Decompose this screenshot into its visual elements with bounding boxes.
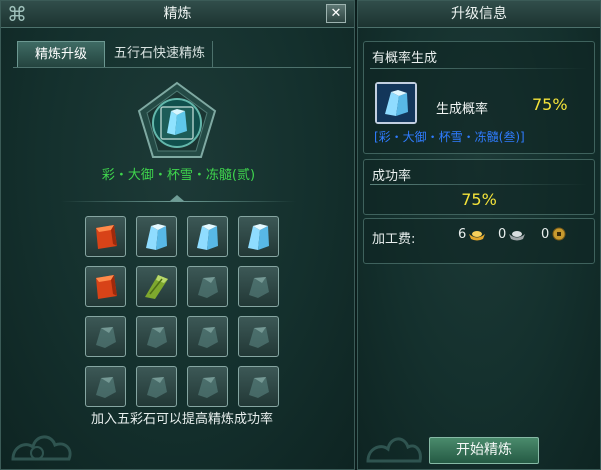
tab-quick-refine[interactable]: 五行石快速精炼	[107, 41, 213, 67]
fee-label: 加工费:	[372, 232, 416, 247]
empty-material-slot[interactable]	[85, 316, 126, 357]
tab-refine-upgrade[interactable]: 精炼升级	[17, 41, 105, 67]
probability-section-title: 有概率生成	[372, 51, 438, 66]
upgrade-info-titlebar[interactable]: 升级信息	[358, 1, 600, 28]
cloud-ornament-icon	[366, 437, 422, 463]
target-item-name: 彩・大御・杯雪・冻髓(贰)	[101, 168, 256, 183]
refine-tabs: 精炼升级 五行石快速精炼	[13, 41, 351, 68]
silver-ingot-icon	[509, 231, 525, 241]
divider-line	[61, 201, 296, 202]
game-screen: 精炼 ⌘ ✕ 精炼升级 五行石快速精炼 彩・大御・杯雪・冻髓(贰) 加入五彩石可…	[0, 0, 601, 470]
probability-label: 生成概率	[436, 102, 489, 117]
section-rule	[370, 184, 588, 185]
probability-section: 有概率生成 生成概率 75% [彩・大御・杯雪・冻髓(叁)]	[363, 41, 595, 154]
material-slot-ice-crystal[interactable]	[136, 216, 177, 257]
copper-coin-icon	[552, 227, 566, 241]
refine-window: 精炼 ⌘ ✕ 精炼升级 五行石快速精炼 彩・大御・杯雪・冻髓(贰) 加入五彩石可…	[0, 0, 355, 470]
success-rate-title: 成功率	[372, 169, 412, 184]
fee-gold-amount: 6	[458, 227, 467, 242]
scroll-corner-icon: ⌘	[7, 2, 27, 26]
refine-titlebar[interactable]: 精炼	[1, 1, 354, 28]
refine-window-title: 精炼	[163, 6, 192, 22]
close-button[interactable]: ✕	[326, 4, 346, 23]
empty-material-slot[interactable]	[238, 316, 279, 357]
section-rule	[370, 68, 588, 69]
empty-material-slot[interactable]	[187, 366, 228, 407]
result-item-icon[interactable]	[375, 82, 417, 124]
fee-silver-amount: 0	[498, 227, 507, 242]
pentagon-frame-icon	[137, 81, 217, 158]
upgrade-info-panel: 升级信息 有概率生成 生成概率 75% [彩・大御・杯雪・冻髓(叁)] 成功率 …	[357, 0, 601, 470]
empty-material-slot[interactable]	[136, 316, 177, 357]
empty-material-slot[interactable]	[238, 366, 279, 407]
empty-material-slot[interactable]	[85, 366, 126, 407]
fee-section: 加工费: 6 0 0	[363, 218, 595, 264]
divider-arrow-icon	[170, 195, 184, 201]
material-slot-red-gem[interactable]	[85, 216, 126, 257]
success-rate-section: 成功率 75%	[363, 159, 595, 215]
ice-crystal-icon	[377, 84, 415, 122]
material-slot-green-jade[interactable]	[136, 266, 177, 307]
empty-material-slot[interactable]	[238, 266, 279, 307]
empty-material-slot[interactable]	[136, 366, 177, 407]
material-slot-ice-crystal[interactable]	[238, 216, 279, 257]
probability-value: 75%	[532, 95, 568, 114]
material-slot-red-gem[interactable]	[85, 266, 126, 307]
empty-material-slot[interactable]	[187, 266, 228, 307]
empty-material-slot[interactable]	[187, 316, 228, 357]
gold-ingot-icon	[469, 231, 485, 241]
start-refine-button[interactable]: 开始精炼	[429, 437, 539, 464]
fee-copper-amount: 0	[541, 227, 550, 242]
target-item-emblem[interactable]	[137, 81, 217, 161]
result-item-name: [彩・大御・杯雪・冻髓(叁)]	[374, 130, 525, 144]
upgrade-info-title: 升级信息	[451, 6, 507, 22]
success-rate-value: 75%	[461, 190, 497, 209]
material-slot-ice-crystal[interactable]	[187, 216, 228, 257]
cloud-ornament-icon	[11, 435, 72, 461]
